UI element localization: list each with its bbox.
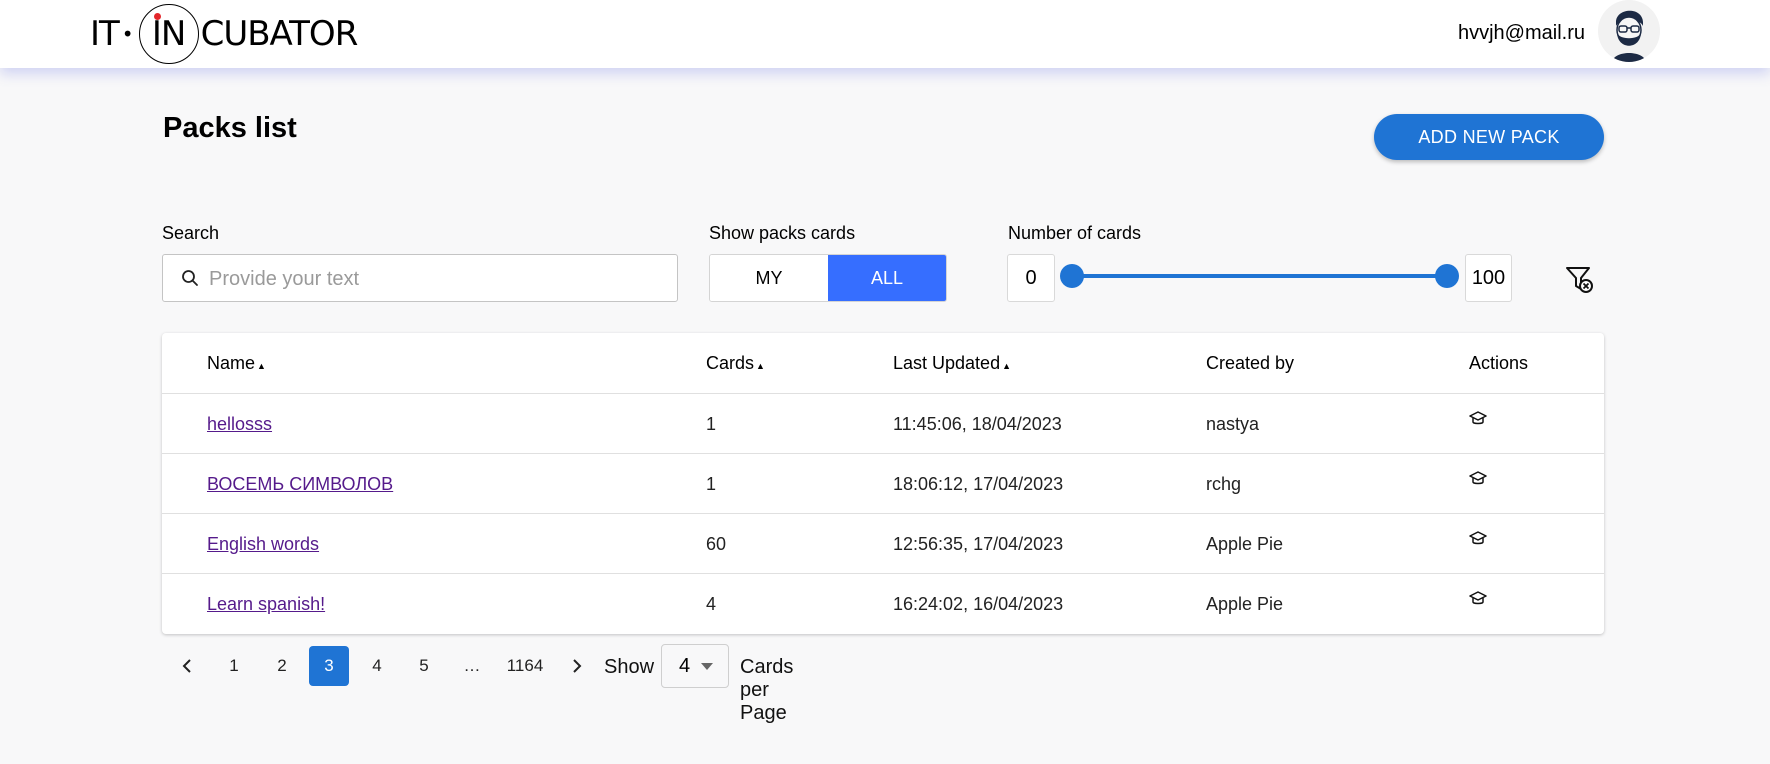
sort-up-icon: ▲ [257, 361, 266, 371]
pack-created-by: nastya [1206, 414, 1260, 434]
table-row: ВОСЕМЬ СИМВОЛОВ 1 18:06:12, 17/04/2023 r… [162, 453, 1604, 514]
page-button-2[interactable]: 2 [262, 646, 302, 686]
search-icon [181, 269, 199, 292]
pack-last-updated: 18:06:12, 17/04/2023 [893, 474, 1064, 494]
cards-range-max-thumb[interactable] [1435, 264, 1459, 288]
logo-text-middle: IN [151, 14, 186, 54]
toggle-my-button[interactable]: MY [710, 255, 828, 301]
sort-up-icon: ▲ [756, 361, 765, 371]
logo-circle: IN [138, 4, 199, 64]
learn-icon[interactable] [1469, 590, 1487, 613]
search-field[interactable] [162, 254, 678, 302]
per-page-value: 4 [679, 655, 691, 677]
table-row: hellosss 1 11:45:06, 18/04/2023 nastya [162, 393, 1604, 454]
learn-icon[interactable] [1469, 530, 1487, 553]
cards-range-track[interactable] [1072, 274, 1447, 278]
show-packs-toggle: MY ALL [709, 254, 947, 302]
column-header-name[interactable]: Name ▲ [207, 353, 266, 374]
logo-red-dot [153, 13, 161, 20]
logo-text-left: IT [90, 14, 120, 54]
page-button-3[interactable]: 3 [309, 646, 349, 686]
user-email[interactable]: hvvjh@mail.ru [1458, 22, 1585, 45]
page-button-4[interactable]: 4 [357, 646, 397, 686]
page-title: Packs list [163, 112, 297, 144]
cards-min-value[interactable]: 0 [1007, 254, 1055, 302]
add-new-pack-button[interactable]: ADD NEW PACK [1374, 114, 1604, 160]
pack-last-updated: 11:45:06, 18/04/2023 [893, 414, 1062, 434]
page-button-5[interactable]: 5 [404, 646, 444, 686]
pack-cards-count: 60 [706, 534, 727, 554]
logo-text-right: CUBATOR [200, 14, 359, 54]
table-row: Learn spanish! 4 16:24:02, 16/04/2023 Ap… [162, 573, 1604, 634]
pack-cards-count: 1 [706, 474, 717, 494]
chevron-down-icon [701, 663, 713, 670]
number-of-cards-label: Number of cards [1008, 223, 1142, 243]
pack-cards-count: 4 [706, 594, 717, 614]
logo-dot: • [121, 22, 134, 46]
column-header-cards[interactable]: Cards ▲ [706, 353, 765, 374]
search-label: Search [162, 223, 220, 243]
search-input[interactable] [207, 263, 661, 295]
column-header-actions: Actions [1469, 353, 1529, 373]
pack-name-link[interactable]: ВОСЕМЬ СИМВОЛОВ [207, 474, 393, 495]
sort-up-icon: ▲ [1002, 361, 1011, 371]
pack-created-by: Apple Pie [1206, 594, 1284, 614]
page-button-last[interactable]: 1164 [500, 646, 550, 686]
pack-cards-count: 1 [706, 414, 717, 434]
logo[interactable]: IT • IN CUBATOR [90, 0, 359, 68]
show-packs-label: Show packs cards [709, 223, 856, 243]
pack-created-by: Apple Pie [1206, 534, 1284, 554]
cards-max-value[interactable]: 100 [1465, 254, 1512, 302]
avatar-image [1598, 0, 1660, 62]
page-ellipsis: … [463, 656, 481, 675]
cards-per-page-label: Cards per Page [740, 656, 794, 724]
avatar[interactable] [1598, 0, 1660, 62]
app-header: IT • IN CUBATOR hvvjh@mail.ru [0, 0, 1770, 68]
pack-created-by: rchg [1206, 474, 1242, 494]
prev-page-icon[interactable] [170, 646, 204, 686]
learn-icon[interactable] [1469, 470, 1487, 493]
pack-name-link[interactable]: Learn spanish! [207, 594, 325, 615]
reset-filter-icon[interactable] [1562, 262, 1596, 296]
toggle-all-button[interactable]: ALL [828, 255, 946, 301]
show-label: Show [604, 656, 655, 678]
per-page-select[interactable]: 4 [661, 644, 729, 688]
learn-icon[interactable] [1469, 410, 1487, 433]
column-header-created-by: Created by [1206, 353, 1295, 373]
page-button-1[interactable]: 1 [214, 646, 254, 686]
pack-last-updated: 16:24:02, 16/04/2023 [893, 594, 1064, 614]
next-page-icon[interactable] [560, 646, 594, 686]
pack-name-link[interactable]: English words [207, 534, 319, 555]
pack-name-link[interactable]: hellosss [207, 414, 272, 435]
table-row: English words 60 12:56:35, 17/04/2023 Ap… [162, 513, 1604, 574]
pack-last-updated: 12:56:35, 17/04/2023 [893, 534, 1064, 554]
column-header-last-updated[interactable]: Last Updated ▲ [893, 353, 1011, 374]
packs-table: Name ▲ Cards ▲ Last Updated ▲ Created by Ac… [162, 333, 1604, 634]
cards-range-min-thumb[interactable] [1060, 264, 1084, 288]
